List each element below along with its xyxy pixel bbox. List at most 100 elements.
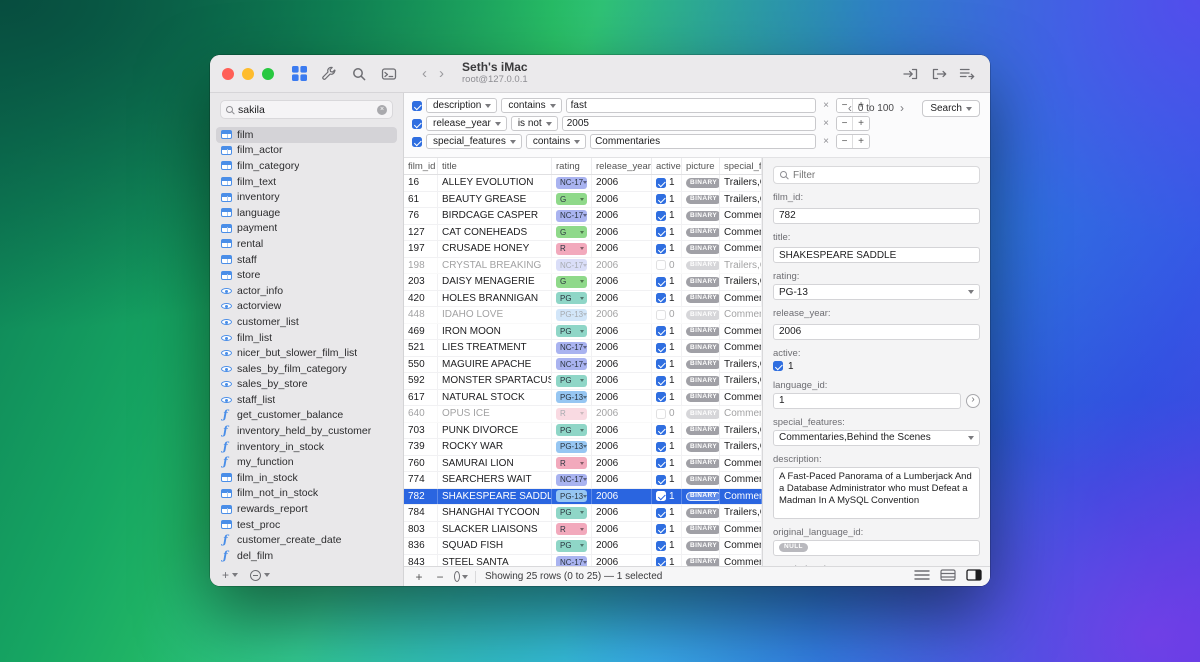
filter-value-input[interactable] <box>590 134 816 149</box>
sidebar-item[interactable]: nicer_but_slower_film_list <box>216 345 397 361</box>
sidebar-item[interactable]: test_proc <box>216 517 397 533</box>
import-rows-icon[interactable] <box>900 63 922 85</box>
active-checkbox[interactable] <box>656 524 666 534</box>
active-checkbox[interactable] <box>656 293 666 303</box>
original-language-id-field[interactable]: NULL <box>773 540 980 556</box>
sidebar-item[interactable]: del_film <box>216 548 397 564</box>
sidebar-item[interactable]: rental <box>216 236 397 252</box>
rating-select[interactable]: NC-17 <box>556 342 587 354</box>
active-checkbox[interactable] <box>656 508 666 518</box>
table-row[interactable]: 198 CRYSTAL BREAKING NC-17 2006 0 <box>404 258 762 275</box>
rating-select[interactable]: PG <box>556 507 587 519</box>
film-id-input[interactable] <box>773 208 980 224</box>
special-features-select-field[interactable]: Commentaries,Behind the Scenes <box>773 430 980 446</box>
active-checkbox[interactable] <box>656 244 666 254</box>
filter-field-dropdown[interactable]: description <box>426 98 497 113</box>
table-row[interactable]: 836 SQUAD FISH PG 2006 1 <box>404 538 762 555</box>
sidebar-item[interactable]: film <box>216 127 397 143</box>
rating-select[interactable]: R <box>556 457 587 469</box>
sidebar-item[interactable]: sales_by_store <box>216 377 397 393</box>
table-row[interactable]: 640 OPUS ICE R 2006 0 <box>404 406 762 423</box>
sidebar-item[interactable]: staff_list <box>216 392 397 408</box>
add-item-button[interactable]: + <box>222 568 238 582</box>
column-header[interactable]: film_id <box>404 158 438 174</box>
minimize-window-button[interactable] <box>242 68 254 80</box>
sidebar-item[interactable]: inventory_held_by_customer <box>216 423 397 439</box>
table-row[interactable]: 420 HOLES BRANNIGAN PG 2006 1 <box>404 291 762 308</box>
active-checkbox[interactable] <box>656 376 666 386</box>
detail-view-toggle[interactable] <box>940 569 956 584</box>
sidebar-item[interactable]: my_function <box>216 454 397 470</box>
next-page-button[interactable]: › <box>900 102 904 114</box>
rating-select[interactable]: NC-17 <box>556 210 587 222</box>
sidebar-search-field[interactable]: × <box>220 100 393 119</box>
table-row[interactable]: 521 LIES TREATMENT NC-17 2006 1 <box>404 340 762 357</box>
active-checkbox[interactable] <box>656 557 666 566</box>
filter-clear-button[interactable]: × <box>820 101 832 111</box>
table-row[interactable]: 469 IRON MOON PG 2006 1 <box>404 324 762 341</box>
rating-select[interactable]: G <box>556 193 587 205</box>
search-button[interactable]: Search <box>922 100 980 117</box>
sidebar-item[interactable]: film_list <box>216 330 397 346</box>
rating-select[interactable]: PG-13 <box>556 441 587 453</box>
sidebar-item[interactable]: get_customer_balance <box>216 408 397 424</box>
rating-select[interactable]: NC-17 <box>556 358 587 370</box>
table-row[interactable]: 592 MONSTER SPARTACUS PG 2006 1 <box>404 373 762 390</box>
filter-enabled-checkbox[interactable] <box>412 137 422 147</box>
table-row[interactable]: 617 NATURAL STOCK PG-13 2006 1 <box>404 390 762 407</box>
active-checkbox[interactable] <box>656 359 666 369</box>
sidebar-item[interactable]: film_not_in_stock <box>216 486 397 502</box>
active-checkbox[interactable] <box>656 277 666 287</box>
record-filter-field[interactable] <box>773 166 980 184</box>
filter-remove-button[interactable]: − <box>837 135 853 148</box>
sidebar-item[interactable]: inventory_in_stock <box>216 439 397 455</box>
table-row[interactable]: 448 IDAHO LOVE PG-13 2006 0 <box>404 307 762 324</box>
table-row[interactable]: 774 SEARCHERS WAIT NC-17 2006 1 <box>404 472 762 489</box>
filter-operator-dropdown[interactable]: contains <box>501 98 561 113</box>
filter-clear-button[interactable]: × <box>820 137 832 147</box>
sidebar-item[interactable]: language <box>216 205 397 221</box>
sidebar-item[interactable]: film_in_stock <box>216 470 397 486</box>
filter-enabled-checkbox[interactable] <box>412 101 422 111</box>
rating-select-field[interactable]: PG-13 <box>773 284 980 300</box>
table-row[interactable]: 550 MAGUIRE APACHE NC-17 2006 1 <box>404 357 762 374</box>
active-checkbox[interactable] <box>656 425 666 435</box>
rating-select[interactable]: PG-13 <box>556 490 587 502</box>
sql-console-icon[interactable] <box>378 63 400 85</box>
clear-search-icon[interactable]: × <box>377 105 387 115</box>
language-id-input[interactable] <box>773 393 961 409</box>
remove-item-button[interactable] <box>250 570 270 581</box>
table-row[interactable]: 703 PUNK DIVORCE PG 2006 1 <box>404 423 762 440</box>
description-textarea[interactable]: A Fast-Paced Panorama of a Lumberjack An… <box>773 467 980 519</box>
zoom-window-button[interactable] <box>262 68 274 80</box>
sidebar-item[interactable]: rewards_report <box>216 501 397 517</box>
sidebar-item[interactable]: actorview <box>216 299 397 315</box>
rating-select[interactable]: PG <box>556 325 587 337</box>
active-checkbox[interactable] <box>656 541 666 551</box>
filter-remove-button[interactable]: − <box>837 117 853 130</box>
filter-add-button[interactable]: + <box>853 135 869 148</box>
table-row[interactable]: 127 CAT CONEHEADS G 2006 1 <box>404 225 762 242</box>
active-checkbox[interactable] <box>656 260 666 270</box>
rating-select[interactable]: NC-17 <box>556 556 587 566</box>
close-window-button[interactable] <box>222 68 234 80</box>
table-row[interactable]: 76 BIRDCAGE CASPER NC-17 2006 1 <box>404 208 762 225</box>
table-row[interactable]: 61 BEAUTY GREASE G 2006 1 <box>404 192 762 209</box>
column-header[interactable]: active <box>652 158 682 174</box>
rating-select[interactable]: R <box>556 243 587 255</box>
filter-value-input[interactable] <box>566 98 816 113</box>
search-zoom-icon[interactable] <box>348 63 370 85</box>
grid-view-icon[interactable] <box>288 63 310 85</box>
table-row[interactable]: 203 DAISY MENAGERIE G 2006 1 <box>404 274 762 291</box>
title-input[interactable] <box>773 247 980 263</box>
filter-enabled-checkbox[interactable] <box>412 119 422 129</box>
release-year-input[interactable] <box>773 324 980 340</box>
table-row[interactable]: 784 SHANGHAI TYCOON PG 2006 1 <box>404 505 762 522</box>
filter-field-dropdown[interactable]: special_features <box>426 134 522 149</box>
sidebar-item[interactable]: film_category <box>216 158 397 174</box>
filter-field-dropdown[interactable]: release_year <box>426 116 507 131</box>
rating-select[interactable]: G <box>556 276 587 288</box>
rating-select[interactable]: PG <box>556 375 587 387</box>
structure-wrench-icon[interactable] <box>318 63 340 85</box>
sidebar-item[interactable]: customer_list <box>216 314 397 330</box>
